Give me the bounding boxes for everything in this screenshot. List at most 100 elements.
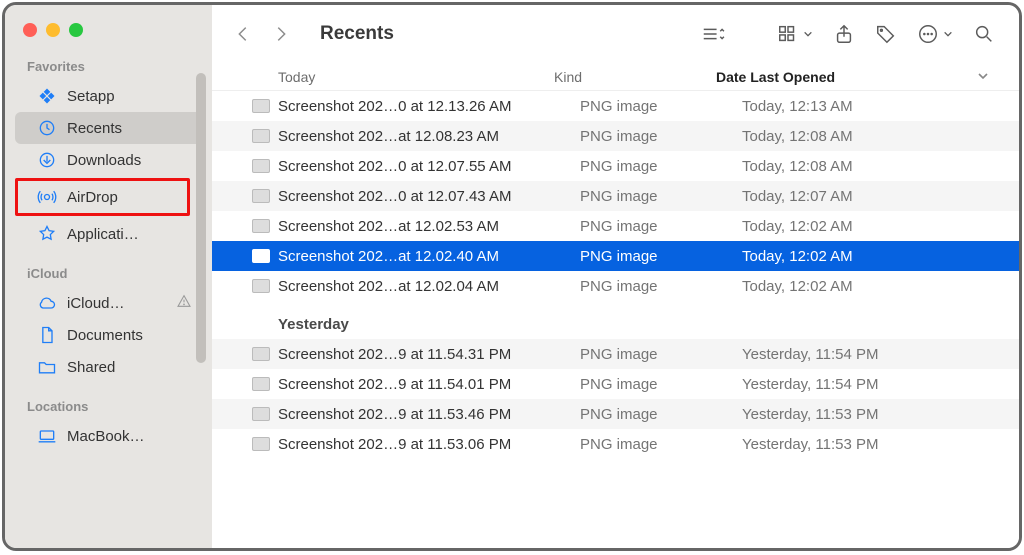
sidebar-item-airdrop[interactable]: AirDrop (15, 178, 190, 216)
column-header-kind[interactable]: Kind (554, 69, 716, 85)
file-row[interactable]: Screenshot 202…0 at 12.07.55 AMPNG image… (212, 151, 1019, 181)
sidebar-item-recents[interactable]: Recents (15, 112, 202, 144)
sidebar-item-label: Downloads (67, 152, 141, 169)
sidebar-item-label: iCloud… (67, 295, 125, 312)
share-button[interactable] (829, 20, 859, 48)
sidebar-item-label: AirDrop (67, 189, 118, 206)
file-date: Yesterday, 11:54 PM (742, 346, 989, 363)
file-thumbnail-icon (252, 437, 270, 451)
file-row[interactable]: Screenshot 202…9 at 11.53.06 PMPNG image… (212, 429, 1019, 459)
file-name: Screenshot 202…0 at 12.13.26 AM (278, 98, 580, 115)
file-row[interactable]: Screenshot 202…9 at 11.54.01 PMPNG image… (212, 369, 1019, 399)
sidebar-section-label: Locations (5, 399, 212, 420)
chevron-right-icon (270, 23, 292, 45)
sidebar-item-label: Shared (67, 359, 115, 376)
tags-button[interactable] (871, 20, 901, 48)
file-date: Today, 12:02 AM (742, 218, 989, 235)
file-row[interactable]: Screenshot 202…0 at 12.13.26 AMPNG image… (212, 91, 1019, 121)
back-button[interactable] (230, 21, 256, 47)
tag-icon (875, 23, 897, 45)
file-name: Screenshot 202…at 12.02.40 AM (278, 248, 580, 265)
ellipsis-circle-icon (917, 23, 939, 45)
file-thumbnail-icon (252, 159, 270, 173)
file-row[interactable]: Screenshot 202…at 12.02.53 AMPNG imageTo… (212, 211, 1019, 241)
forward-button[interactable] (268, 21, 294, 47)
action-menu-button[interactable] (913, 20, 957, 48)
sidebar-scroll-thumb[interactable] (196, 73, 206, 363)
column-header-row: Today Kind Date Last Opened (212, 63, 1019, 91)
search-icon (973, 23, 995, 45)
cloud-icon (37, 293, 57, 313)
file-row[interactable]: Screenshot 202…at 12.08.23 AMPNG imageTo… (212, 121, 1019, 151)
file-name: Screenshot 202…0 at 12.07.43 AM (278, 188, 580, 205)
sidebar-item-documents[interactable]: Documents (15, 319, 202, 351)
sidebar-section-label: Favorites (5, 59, 212, 80)
file-kind: PNG image (580, 128, 742, 145)
sidebar-item-label: MacBook… (67, 428, 145, 445)
file-kind: PNG image (580, 248, 742, 265)
search-button[interactable] (969, 20, 999, 48)
group-label: Yesterday (212, 309, 1019, 339)
airdrop-icon (37, 187, 57, 207)
file-date: Yesterday, 11:53 PM (742, 406, 989, 423)
file-date: Today, 12:07 AM (742, 188, 989, 205)
sidebar-item-label: Documents (67, 327, 143, 344)
file-row[interactable]: Screenshot 202…at 12.02.04 AMPNG imageTo… (212, 271, 1019, 301)
column-header-date[interactable]: Date Last Opened (716, 69, 989, 85)
file-row[interactable]: Screenshot 202…0 at 12.07.43 AMPNG image… (212, 181, 1019, 211)
chevron-left-icon (232, 23, 254, 45)
chevron-down-icon (943, 29, 953, 39)
file-thumbnail-icon (252, 279, 270, 293)
sidebar-item-applicati[interactable]: Applicati… (15, 218, 202, 250)
file-name: Screenshot 202…at 12.02.04 AM (278, 278, 580, 295)
minimize-window-button[interactable] (46, 23, 60, 37)
sidebar: Favorites Setapp Recents Downloads AirDrop Ap… (5, 5, 212, 548)
file-kind: PNG image (580, 218, 742, 235)
sidebar-item-label: Setapp (67, 88, 115, 105)
file-date: Today, 12:08 AM (742, 158, 989, 175)
chevron-down-icon (803, 29, 813, 39)
file-row[interactable]: Screenshot 202…at 12.02.40 AMPNG imageTo… (212, 241, 1019, 271)
sidebar-item-setapp[interactable]: Setapp (15, 80, 202, 112)
warning-icon (176, 293, 192, 313)
file-date: Today, 12:13 AM (742, 98, 989, 115)
sidebar-item-label: Recents (67, 120, 122, 137)
view-mode-button[interactable] (695, 20, 729, 48)
file-thumbnail-icon (252, 249, 270, 263)
file-date: Today, 12:08 AM (742, 128, 989, 145)
file-kind: PNG image (580, 406, 742, 423)
column-header-name[interactable]: Today (252, 69, 554, 85)
zoom-window-button[interactable] (69, 23, 83, 37)
list-view-icon (699, 23, 725, 45)
clock-icon (37, 118, 57, 138)
sidebar-item-shared[interactable]: Shared (15, 351, 202, 383)
file-row[interactable]: Screenshot 202…9 at 11.54.31 PMPNG image… (212, 339, 1019, 369)
file-thumbnail-icon (252, 377, 270, 391)
sidebar-item-label: Applicati… (67, 226, 139, 243)
close-window-button[interactable] (23, 23, 37, 37)
file-thumbnail-icon (252, 219, 270, 233)
file-row[interactable]: Screenshot 202…9 at 11.53.46 PMPNG image… (212, 399, 1019, 429)
sidebar-scrollbar[interactable] (196, 73, 206, 363)
apps-icon (37, 224, 57, 244)
file-name: Screenshot 202…9 at 11.54.31 PM (278, 346, 580, 363)
file-date: Today, 12:02 AM (742, 278, 989, 295)
file-name: Screenshot 202…0 at 12.07.55 AM (278, 158, 580, 175)
group-by-button[interactable] (773, 20, 817, 48)
window-title: Recents (320, 23, 394, 45)
sidebar-item-downloads[interactable]: Downloads (15, 144, 202, 176)
sidebar-item-macbook[interactable]: MacBook… (15, 420, 202, 452)
file-thumbnail-icon (252, 407, 270, 421)
finder-window: Favorites Setapp Recents Downloads AirDrop Ap… (2, 2, 1022, 551)
setapp-icon (37, 86, 57, 106)
file-date: Today, 12:02 AM (742, 248, 989, 265)
download-icon (37, 150, 57, 170)
file-thumbnail-icon (252, 99, 270, 113)
sidebar-item-icloud[interactable]: iCloud… (15, 287, 202, 319)
file-name: Screenshot 202…9 at 11.53.46 PM (278, 406, 580, 423)
file-date: Yesterday, 11:54 PM (742, 376, 989, 393)
file-kind: PNG image (580, 376, 742, 393)
file-date: Yesterday, 11:53 PM (742, 436, 989, 453)
traffic-lights (5, 19, 212, 59)
sidebar-section-label: iCloud (5, 266, 212, 287)
